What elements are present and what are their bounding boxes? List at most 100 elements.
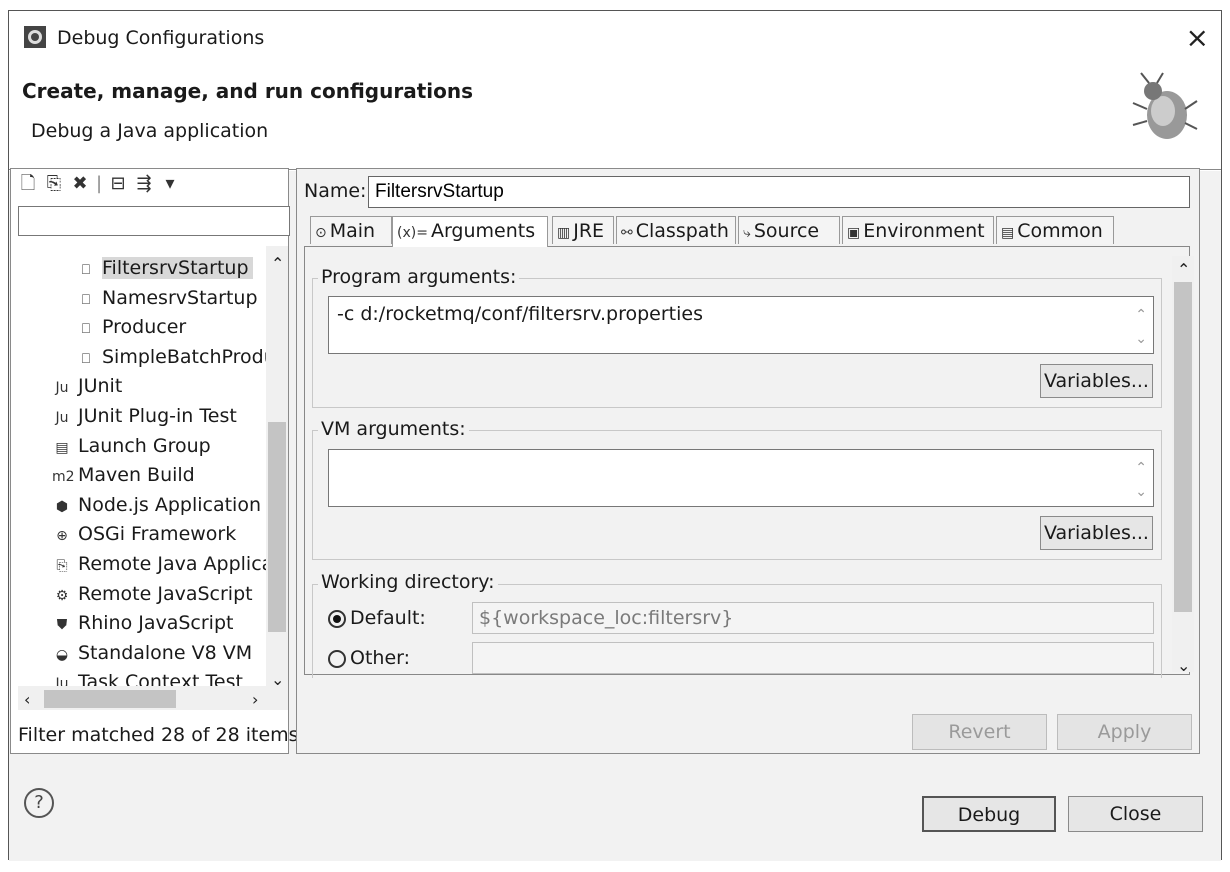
tree-item-label: Task Context Test [78,671,243,686]
tree-item[interactable]: ▤ Launch Group [52,432,211,460]
tree-item-label: Launch Group [78,434,211,457]
tree-item[interactable]: ⎘ Remote Java Applica [52,550,270,578]
tree-item[interactable]: m2 Maven Build [52,461,195,489]
filter-icon[interactable]: ⇶ [134,173,154,194]
collapse-all-icon[interactable]: ⊟ [108,173,128,194]
args-vertical-thumb[interactable] [1174,282,1192,612]
toolbar-divider: | [96,172,103,194]
java-app-icon: ⎕ [81,291,91,308]
view-menu-icon[interactable]: ▾ [160,173,180,194]
program-args-label: Program arguments: [318,266,520,288]
remote-java-icon: ⎘ [56,558,68,574]
working-dir-label: Working directory: [318,571,498,593]
textarea-scroll-icon[interactable]: ⌃ ⌄ [1135,456,1147,504]
tree-vertical-thumb[interactable] [268,422,286,632]
other-radio[interactable] [328,649,346,668]
default-label: Default: [350,607,426,629]
tree-item[interactable]: ⎕ FiltersrvStartup [76,254,253,282]
tree-item-label: OSGi Framework [78,523,237,546]
tab-main[interactable]: ⊙ Main [310,216,392,244]
tab-label: Main [329,220,376,242]
java-app-icon: ⎕ [81,350,91,367]
apply-button[interactable]: Apply [1057,714,1192,750]
tree-item-label: JUnit [78,375,123,398]
tab-label: Common [1017,220,1103,242]
common-tab-icon: ▤ [1001,225,1015,241]
filter-input[interactable] [18,206,290,236]
other-dir-field [472,642,1154,674]
scroll-left-icon[interactable]: ‹ [24,690,30,709]
vm-variables-button[interactable]: Variables... [1040,516,1153,550]
tree-item-label: JUnit Plug-in Test [78,405,237,427]
tree-item[interactable]: ⎕ Producer [76,313,186,341]
name-input[interactable] [368,176,1190,208]
tab-environment[interactable]: ▣ Environment [842,216,994,244]
tab-label: Environment [863,220,985,242]
tree-horizontal-thumb[interactable] [44,690,176,708]
scroll-down-icon[interactable]: ⌄ [1177,656,1190,675]
tree-item[interactable]: ◒ Standalone V8 VM [52,639,252,667]
tree-item-label: Standalone V8 VM [78,641,253,664]
other-radio-row[interactable]: Other: [328,647,410,669]
remote-js-icon: ⚙ [55,587,69,604]
scroll-up-icon[interactable]: ⌃ [271,254,284,273]
filter-status: Filter matched 28 of 28 items [18,724,299,746]
environment-tab-icon: ▣ [847,225,861,241]
tree-item[interactable]: Ju JUnit [52,372,122,400]
debug-app-icon [24,26,46,48]
duplicate-icon[interactable]: ⎘ [44,173,64,194]
tree-item[interactable]: Ju JUnit Plug-in Test [52,402,237,430]
debug-button[interactable]: Debug [922,796,1056,832]
tree-item-label: Maven Build [78,464,195,487]
window-title: Debug Configurations [57,27,265,49]
other-label: Other: [350,647,411,669]
tab-arguments[interactable]: (x)= Arguments [392,216,548,247]
close-icon[interactable]: × [1186,21,1209,54]
header-title: Create, manage, and run configurations [22,79,473,103]
rhino-icon: ⛊ [56,617,68,634]
config-tree: ⎕ FiltersrvStartup ⎕ NamesrvStartup ⎕ Produce… [18,246,270,686]
tab-classpath[interactable]: ⚯ Classpath [616,216,736,244]
default-radio[interactable] [328,609,346,628]
tree-item[interactable]: Ju Task Context Test [52,668,243,686]
tree-item[interactable]: ⛊ Rhino JavaScript [52,609,234,637]
program-variables-button[interactable]: Variables... [1040,364,1153,398]
task-context-icon: Ju [55,676,69,686]
v8-icon: ◒ [55,646,69,663]
new-launch-config-icon[interactable]: 🗋 [18,173,38,194]
main-tab-icon: ⊙ [315,225,327,241]
tree-item-label: Node.js Application [78,493,262,516]
scroll-up-icon[interactable]: ⌃ [1177,260,1190,279]
launch-group-icon: ▤ [55,439,69,456]
textarea-scroll-icon[interactable]: ⌃ ⌄ [1135,303,1147,351]
nodejs-icon: ⬢ [55,498,69,515]
vm-args-textarea[interactable]: ⌃ ⌄ [328,449,1154,507]
tab-common[interactable]: ▤ Common [996,216,1114,244]
program-args-textarea[interactable]: -c d:/rocketmq/conf/filtersrv.properties… [328,296,1154,354]
help-icon[interactable]: ? [24,788,54,818]
vm-args-label: VM arguments: [318,418,469,440]
tree-item-label: NamesrvStartup [102,286,258,309]
source-tab-icon: ⤷ [743,225,751,241]
tree-item-label: Remote Java Applica [78,553,270,575]
tab-jre[interactable]: ▥ JRE [552,216,614,244]
tree-item-label: Remote JavaScript [78,582,253,605]
config-tabs: ⊙ Main (x)= Arguments ▥ JRE ⚯ Classpath ⤷ Source ▣… [304,216,1190,247]
tree-item[interactable]: ⚙ Remote JavaScript [52,580,253,608]
delete-icon[interactable]: ✖ [70,173,90,194]
scroll-right-icon[interactable]: › [252,690,258,709]
tab-source[interactable]: ⤷ Source [738,216,840,244]
default-radio-row[interactable]: Default: [328,607,426,629]
jre-tab-icon: ▥ [557,225,571,241]
config-toolbar: 🗋 ⎘ ✖ | ⊟ ⇶ ▾ [18,172,278,196]
close-button[interactable]: Close [1068,796,1203,832]
tree-item-label: Producer [102,316,187,339]
tree-item[interactable]: ⊕ OSGi Framework [52,520,236,548]
tab-label: Classpath [635,220,729,242]
revert-button[interactable]: Revert [912,714,1047,750]
tree-item[interactable]: ⎕ SimpleBatchProdu [76,343,270,371]
tree-item[interactable]: ⬢ Node.js Application [52,491,261,519]
tab-label: JRE [573,220,605,242]
tree-item[interactable]: ⎕ NamesrvStartup [76,284,258,312]
java-app-icon: ⎕ [81,321,91,338]
